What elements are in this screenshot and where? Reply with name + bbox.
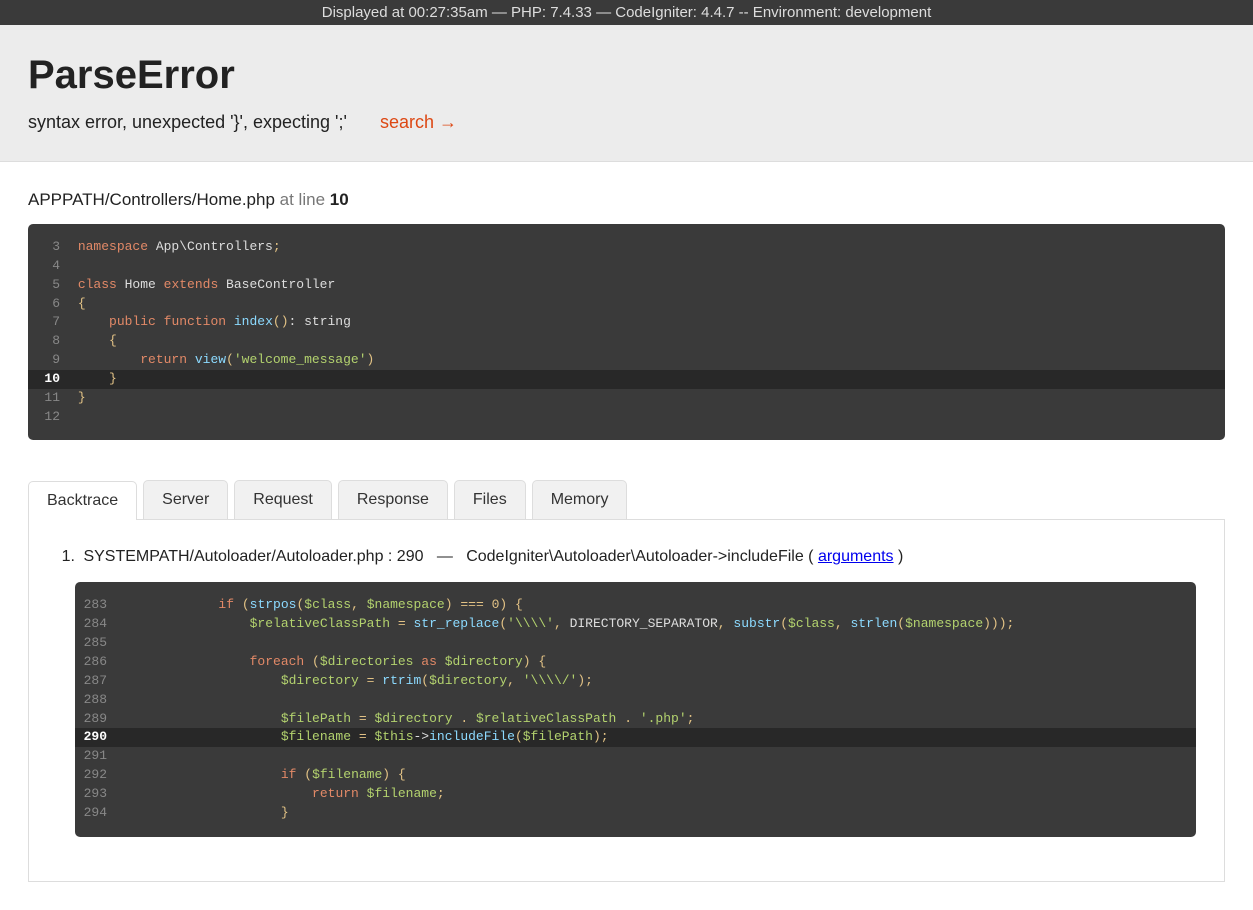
tab-files[interactable]: Files: [454, 480, 526, 519]
code-line: 7 public function index(): string: [28, 313, 1225, 332]
code-line: 288: [75, 691, 1196, 710]
main-container: APPPATH/Controllers/Home.php at line 10 …: [0, 162, 1253, 910]
code-line: 289 $filePath = $directory . $relativeCl…: [75, 710, 1196, 729]
error-message: syntax error, unexpected '}', expecting …: [28, 112, 347, 132]
code-line-highlighted: 10 }: [28, 370, 1225, 389]
backtrace-num: 1.: [57, 548, 75, 566]
backtrace-item: 1. SYSTEMPATH/Autoloader/Autoloader.php …: [57, 548, 1196, 836]
arguments-link[interactable]: arguments: [818, 548, 894, 565]
search-link[interactable]: search →: [380, 112, 457, 132]
code-line: 293 return $filename;: [75, 785, 1196, 804]
code-line: 291: [75, 747, 1196, 766]
code-line: 287 $directory = rtrim($directory, '\\\\…: [75, 672, 1196, 691]
source-path: APPPATH/Controllers/Home.php: [28, 190, 275, 209]
code-line: 11 }: [28, 389, 1225, 408]
source-line-num: 10: [330, 190, 349, 209]
tab-memory[interactable]: Memory: [532, 480, 628, 519]
backtrace-sep: —: [437, 548, 453, 565]
source-code-block: 3 namespace App\Controllers; 4 5 class H…: [28, 224, 1225, 440]
backtrace-path: SYSTEMPATH/Autoloader/Autoloader.php : 2…: [83, 548, 423, 565]
code-line: 294 }: [75, 804, 1196, 823]
backtrace-code-block: 283 if (strpos($class, $namespace) === 0…: [75, 582, 1196, 836]
code-line: 285: [75, 634, 1196, 653]
error-title: ParseError: [28, 53, 1225, 98]
code-line: 12: [28, 408, 1225, 427]
tab-server[interactable]: Server: [143, 480, 228, 519]
tablist: Backtrace Server Request Response Files …: [28, 480, 1225, 520]
env-topbar: Displayed at 00:27:35am — PHP: 7.4.33 — …: [0, 0, 1253, 25]
source-file-line: APPPATH/Controllers/Home.php at line 10: [28, 190, 1225, 210]
tab-backtrace[interactable]: Backtrace: [28, 481, 137, 520]
code-line: 3 namespace App\Controllers;: [28, 238, 1225, 257]
tab-response[interactable]: Response: [338, 480, 448, 519]
code-line: 292 if ($filename) {: [75, 766, 1196, 785]
code-line: 5 class Home extends BaseController: [28, 276, 1225, 295]
tabs-container: Backtrace Server Request Response Files …: [28, 480, 1225, 881]
at-line-label: at line: [280, 190, 330, 209]
code-line: 9 return view('welcome_message'): [28, 351, 1225, 370]
tab-request[interactable]: Request: [234, 480, 332, 519]
code-line: 283 if (strpos($class, $namespace) === 0…: [75, 596, 1196, 615]
code-line-highlighted: 290 $filename = $this->includeFile($file…: [75, 728, 1196, 747]
code-line: 8 {: [28, 332, 1225, 351]
backtrace-line: 1. SYSTEMPATH/Autoloader/Autoloader.php …: [57, 548, 1196, 566]
code-line: 286 foreach ($directories as $directory)…: [75, 653, 1196, 672]
code-line: 284 $relativeClassPath = str_replace('\\…: [75, 615, 1196, 634]
error-header: ParseError syntax error, unexpected '}',…: [0, 25, 1253, 162]
code-line: 6 {: [28, 295, 1225, 314]
tab-content-backtrace: 1. SYSTEMPATH/Autoloader/Autoloader.php …: [28, 520, 1225, 881]
code-line: 4: [28, 257, 1225, 276]
backtrace-call: CodeIgniter\Autoloader\Autoloader->inclu…: [466, 548, 804, 565]
